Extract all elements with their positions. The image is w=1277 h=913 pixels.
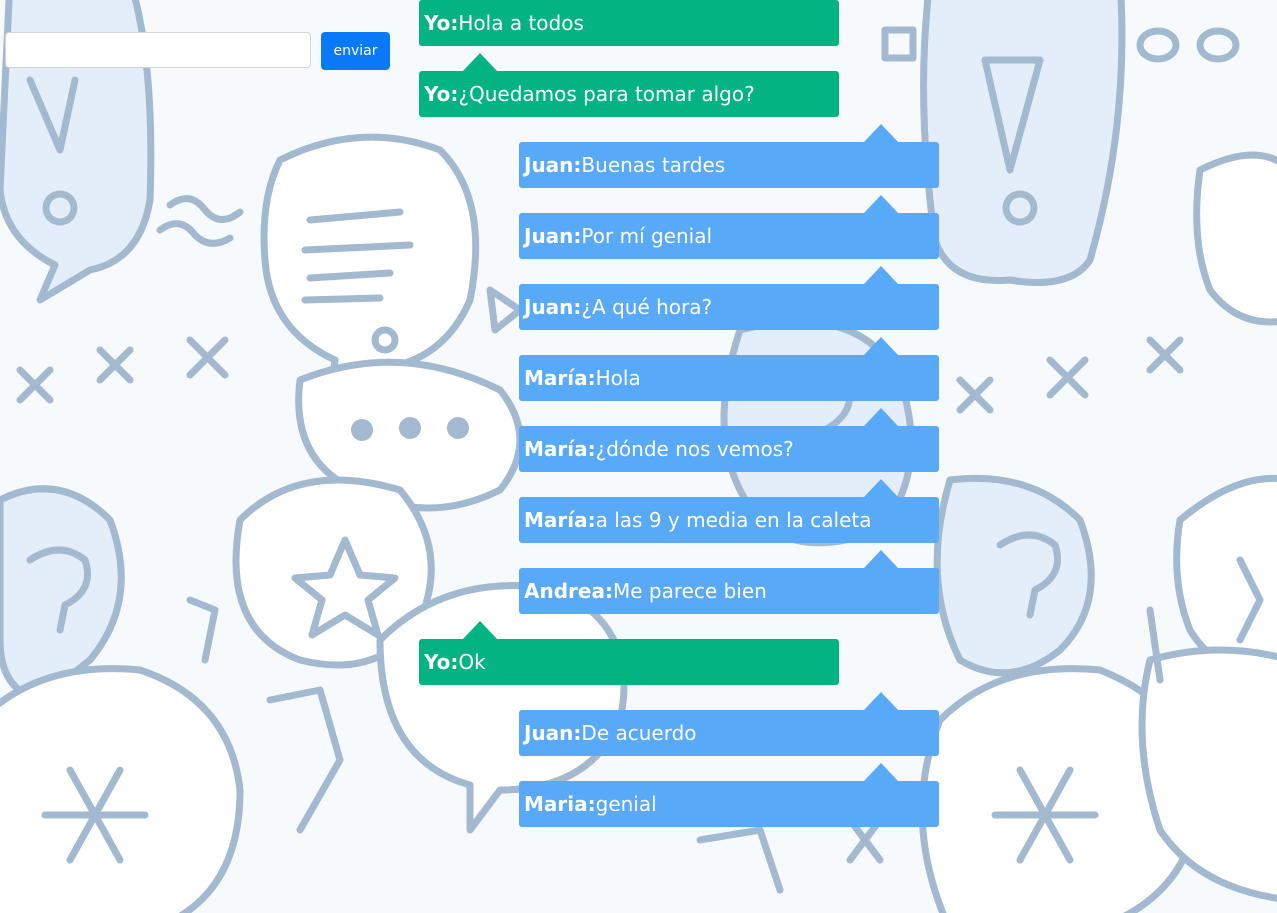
own-message-bubble: Yo:Ok <box>419 621 839 685</box>
incoming-message-bubble: Andrea:Me parece bien <box>519 550 939 614</box>
message-author: Juan: <box>524 224 582 248</box>
message-author: Andrea: <box>524 579 613 603</box>
incoming-message-bubble: María:Hola <box>519 337 939 401</box>
incoming-message-bubble: Juan:Buenas tardes <box>519 124 939 188</box>
message-author: Juan: <box>524 721 582 745</box>
message-author: Juan: <box>524 295 582 319</box>
incoming-message-bubble: Juan:Por mí genial <box>519 195 939 259</box>
own-message-bubble: Yo:¿Quedamos para tomar algo? <box>419 53 839 117</box>
message-author: María: <box>524 366 596 390</box>
incoming-message-bubble: Juan:¿A qué hora? <box>519 266 939 330</box>
bubble-tail <box>864 266 898 284</box>
message-text: genial <box>595 792 657 816</box>
bubble-tail <box>864 479 898 497</box>
send-button[interactable]: enviar <box>321 32 390 70</box>
incoming-message-bubble: Maria:genial <box>519 763 939 827</box>
message-text: ¿dónde nos vemos? <box>595 437 794 461</box>
message-author: Yo: <box>424 11 459 35</box>
bubble-tail <box>864 763 898 781</box>
message-text: Hola <box>595 366 641 390</box>
incoming-message-bubble: María:a las 9 y media en la caleta <box>519 479 939 543</box>
chat-message-list: Yo:Hola a todos Yo:¿Quedamos para tomar a… <box>0 0 1277 913</box>
message-text: Ok <box>458 650 486 674</box>
message-author: Juan: <box>524 153 582 177</box>
message-text: a las 9 y media en la caleta <box>595 508 872 532</box>
message-text: De acuerdo <box>581 721 697 745</box>
incoming-message-bubble: María:¿dónde nos vemos? <box>519 408 939 472</box>
bubble-tail <box>463 53 497 71</box>
message-text: Hola a todos <box>458 11 584 35</box>
message-text: Me parece bien <box>612 579 767 603</box>
message-text: ¿Quedamos para tomar algo? <box>458 82 755 106</box>
bubble-tail <box>864 124 898 142</box>
bubble-tail <box>864 408 898 426</box>
message-text: Por mí genial <box>581 224 713 248</box>
bubble-tail <box>864 195 898 213</box>
message-author: Yo: <box>424 650 459 674</box>
incoming-message-bubble: Juan:De acuerdo <box>519 692 939 756</box>
message-author: Yo: <box>424 82 459 106</box>
message-text: Buenas tardes <box>581 153 726 177</box>
message-author: María: <box>524 508 596 532</box>
message-input[interactable] <box>5 32 311 68</box>
bubble-tail <box>864 692 898 710</box>
own-message-bubble: Yo:Hola a todos <box>419 0 839 46</box>
bubble-tail <box>864 550 898 568</box>
bubble-tail <box>463 621 497 639</box>
bubble-tail <box>864 337 898 355</box>
message-author: María: <box>524 437 596 461</box>
message-text: ¿A qué hora? <box>581 295 713 319</box>
message-author: Maria: <box>524 792 596 816</box>
